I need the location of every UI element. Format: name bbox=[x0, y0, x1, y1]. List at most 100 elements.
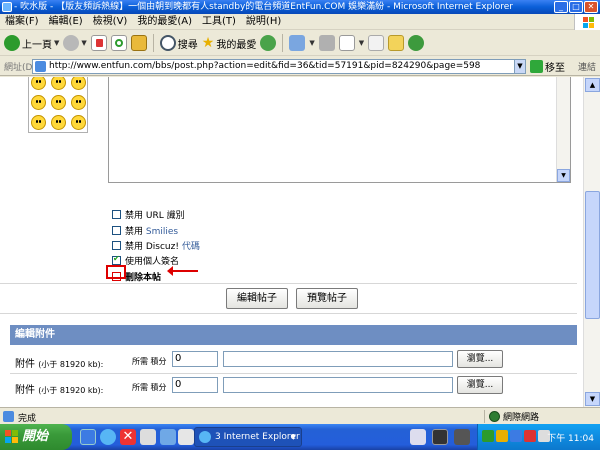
minimize-button[interactable]: _ bbox=[554, 1, 568, 13]
windows-logo-icon bbox=[574, 14, 600, 30]
clock: 下午 11:04 bbox=[547, 434, 594, 444]
smiley-icon[interactable] bbox=[51, 95, 66, 110]
links-button[interactable]: 連結 bbox=[578, 60, 596, 73]
checkbox[interactable] bbox=[112, 210, 121, 219]
taskbar-app-icon[interactable] bbox=[410, 429, 426, 445]
attachment-row: 附件 (小于 81920 kb): 所需 積分 0 瀏覽... bbox=[10, 349, 577, 373]
security-zone: 網際網路 bbox=[484, 410, 539, 423]
taskbar-app-icon[interactable] bbox=[432, 429, 448, 445]
smiley-icon[interactable] bbox=[71, 77, 86, 90]
option-label: 禁用 bbox=[125, 227, 146, 237]
attachment-row: 附件 (小于 81920 kb): 所需 積分 0 瀏覽... bbox=[10, 375, 577, 399]
tray-icon[interactable] bbox=[496, 430, 508, 442]
page-icon bbox=[35, 61, 46, 72]
option-link[interactable]: 代碼 bbox=[182, 242, 200, 252]
smiley-icon[interactable] bbox=[71, 115, 86, 130]
page-done-icon bbox=[3, 411, 14, 422]
checkbox[interactable] bbox=[112, 226, 121, 235]
quicklaunch-desktop-icon[interactable] bbox=[80, 429, 96, 445]
chevron-down-icon[interactable]: ▼ bbox=[309, 39, 314, 47]
smiley-icon[interactable] bbox=[51, 77, 66, 90]
zone-label: 網際網路 bbox=[503, 413, 540, 423]
red-highlight-box bbox=[106, 265, 126, 279]
option-disable-discuz-code[interactable]: 禁用 Discuz! 代碼 bbox=[112, 239, 200, 252]
quicklaunch-app-icon[interactable] bbox=[140, 429, 156, 445]
edit-post-button[interactable]: 編輯帖子 bbox=[226, 288, 288, 309]
smiley-icon[interactable] bbox=[31, 95, 46, 110]
scroll-up-arrow-icon[interactable]: ▲ bbox=[585, 78, 600, 92]
address-input[interactable]: http://www.entfun.com/bbs/post.php?actio… bbox=[32, 59, 526, 74]
message-textarea[interactable]: ▼ bbox=[108, 77, 571, 183]
tray-icon[interactable] bbox=[482, 430, 494, 442]
smiley-icon[interactable] bbox=[31, 115, 46, 130]
refresh-icon[interactable] bbox=[110, 35, 127, 51]
messenger-icon[interactable] bbox=[408, 35, 425, 51]
scrollbar-thumb[interactable] bbox=[585, 191, 600, 319]
window-title-bar[interactable]: - 吹水版 - 【版友頻訴熱線】一個由朝到晚都有人standby的電台頻道Ent… bbox=[0, 0, 600, 14]
menu-tools[interactable]: 工具(T) bbox=[197, 14, 241, 30]
menu-bar: 檔案(F) 編輯(E) 檢視(V) 我的最愛(A) 工具(T) 說明(H) bbox=[0, 14, 600, 30]
smiley-icon[interactable] bbox=[71, 95, 86, 110]
smiley-icon[interactable] bbox=[51, 115, 66, 130]
option-disable-url[interactable]: 禁用 URL 識別 bbox=[112, 208, 185, 221]
smiley-icon[interactable] bbox=[31, 77, 46, 90]
taskbar: 開始 ✕ 3 Internet Explorer ▼ 下午 11:04 bbox=[0, 424, 600, 450]
menu-edit[interactable]: 編輯(E) bbox=[44, 14, 88, 30]
option-disable-smilies[interactable]: 禁用 Smilies bbox=[112, 224, 178, 237]
search-button[interactable]: 搜尋 bbox=[159, 35, 198, 51]
address-dropdown-button[interactable]: ▼ bbox=[514, 59, 526, 74]
attachment-file-input[interactable] bbox=[223, 377, 453, 393]
address-bar: 網址(D) http://www.entfun.com/bbs/post.php… bbox=[0, 57, 600, 76]
quicklaunch-app-icon[interactable] bbox=[178, 429, 194, 445]
checkbox[interactable] bbox=[112, 241, 121, 250]
menu-file[interactable]: 檔案(F) bbox=[0, 14, 44, 30]
quicklaunch-app-icon[interactable]: ✕ bbox=[120, 429, 136, 445]
tray-icon[interactable] bbox=[510, 430, 522, 442]
browse-button[interactable]: 瀏覽... bbox=[457, 376, 503, 394]
favorites-button[interactable]: ★ 我的最愛 bbox=[202, 35, 257, 51]
quicklaunch-app-icon[interactable] bbox=[160, 429, 176, 445]
back-label: 上一頁 bbox=[22, 39, 52, 51]
discuss-icon[interactable] bbox=[368, 35, 385, 51]
taskbar-ie-group[interactable]: 3 Internet Explorer ▼ bbox=[194, 427, 302, 447]
go-button[interactable]: 移至 bbox=[530, 59, 565, 74]
mail-icon[interactable] bbox=[289, 35, 306, 51]
address-url: http://www.entfun.com/bbs/post.php?actio… bbox=[49, 61, 481, 71]
home-icon[interactable] bbox=[130, 35, 147, 51]
chevron-down-icon: ▼ bbox=[81, 39, 87, 47]
status-text: 完成 bbox=[18, 414, 37, 424]
delete-label: 刪除本帖 bbox=[125, 273, 162, 283]
attachment-label: 附件 (小于 81920 kb): bbox=[15, 385, 104, 396]
option-link[interactable]: Smilies bbox=[146, 227, 178, 237]
back-button[interactable]: 上一頁 ▼ bbox=[4, 35, 59, 51]
attachment-file-input[interactable] bbox=[223, 351, 453, 367]
checkbox-checked[interactable] bbox=[112, 254, 121, 265]
quicklaunch-ie-icon[interactable] bbox=[100, 429, 116, 445]
browse-button[interactable]: 瀏覽... bbox=[457, 350, 503, 368]
ie-icon bbox=[199, 431, 211, 443]
scroll-down-arrow-icon[interactable]: ▼ bbox=[557, 169, 570, 182]
scroll-down-arrow-icon[interactable]: ▼ bbox=[585, 392, 600, 406]
folder-icon[interactable] bbox=[388, 35, 405, 51]
taskbar-app-icon[interactable] bbox=[454, 429, 470, 445]
preview-post-button[interactable]: 預覽帖子 bbox=[296, 288, 358, 309]
textarea-scrollbar[interactable]: ▼ bbox=[556, 77, 570, 182]
edit-doc-icon[interactable] bbox=[338, 35, 355, 51]
page-scrollbar[interactable]: ▲ ▼ bbox=[583, 77, 600, 407]
menu-favorites[interactable]: 我的最愛(A) bbox=[132, 14, 197, 30]
attachment-cost-input[interactable]: 0 bbox=[172, 351, 218, 367]
stop-icon[interactable] bbox=[90, 35, 107, 51]
history-icon[interactable] bbox=[260, 35, 277, 51]
forward-button[interactable]: ▼ bbox=[63, 35, 87, 51]
menu-view[interactable]: 檢視(V) bbox=[88, 14, 133, 30]
toolbar: 上一頁 ▼ ▼ 搜尋 ★ 我的最愛 ▼ ▼ bbox=[0, 31, 600, 56]
star-icon: ★ bbox=[201, 35, 215, 51]
attachment-cost-input[interactable]: 0 bbox=[172, 377, 218, 393]
chevron-down-icon[interactable]: ▼ bbox=[359, 39, 364, 47]
tray-icon[interactable] bbox=[524, 430, 536, 442]
menu-help[interactable]: 說明(H) bbox=[241, 14, 286, 30]
maximize-button[interactable]: □ bbox=[569, 1, 583, 13]
close-button[interactable]: ✕ bbox=[584, 1, 598, 13]
print-icon[interactable] bbox=[318, 35, 335, 51]
start-button[interactable]: 開始 bbox=[0, 424, 72, 450]
